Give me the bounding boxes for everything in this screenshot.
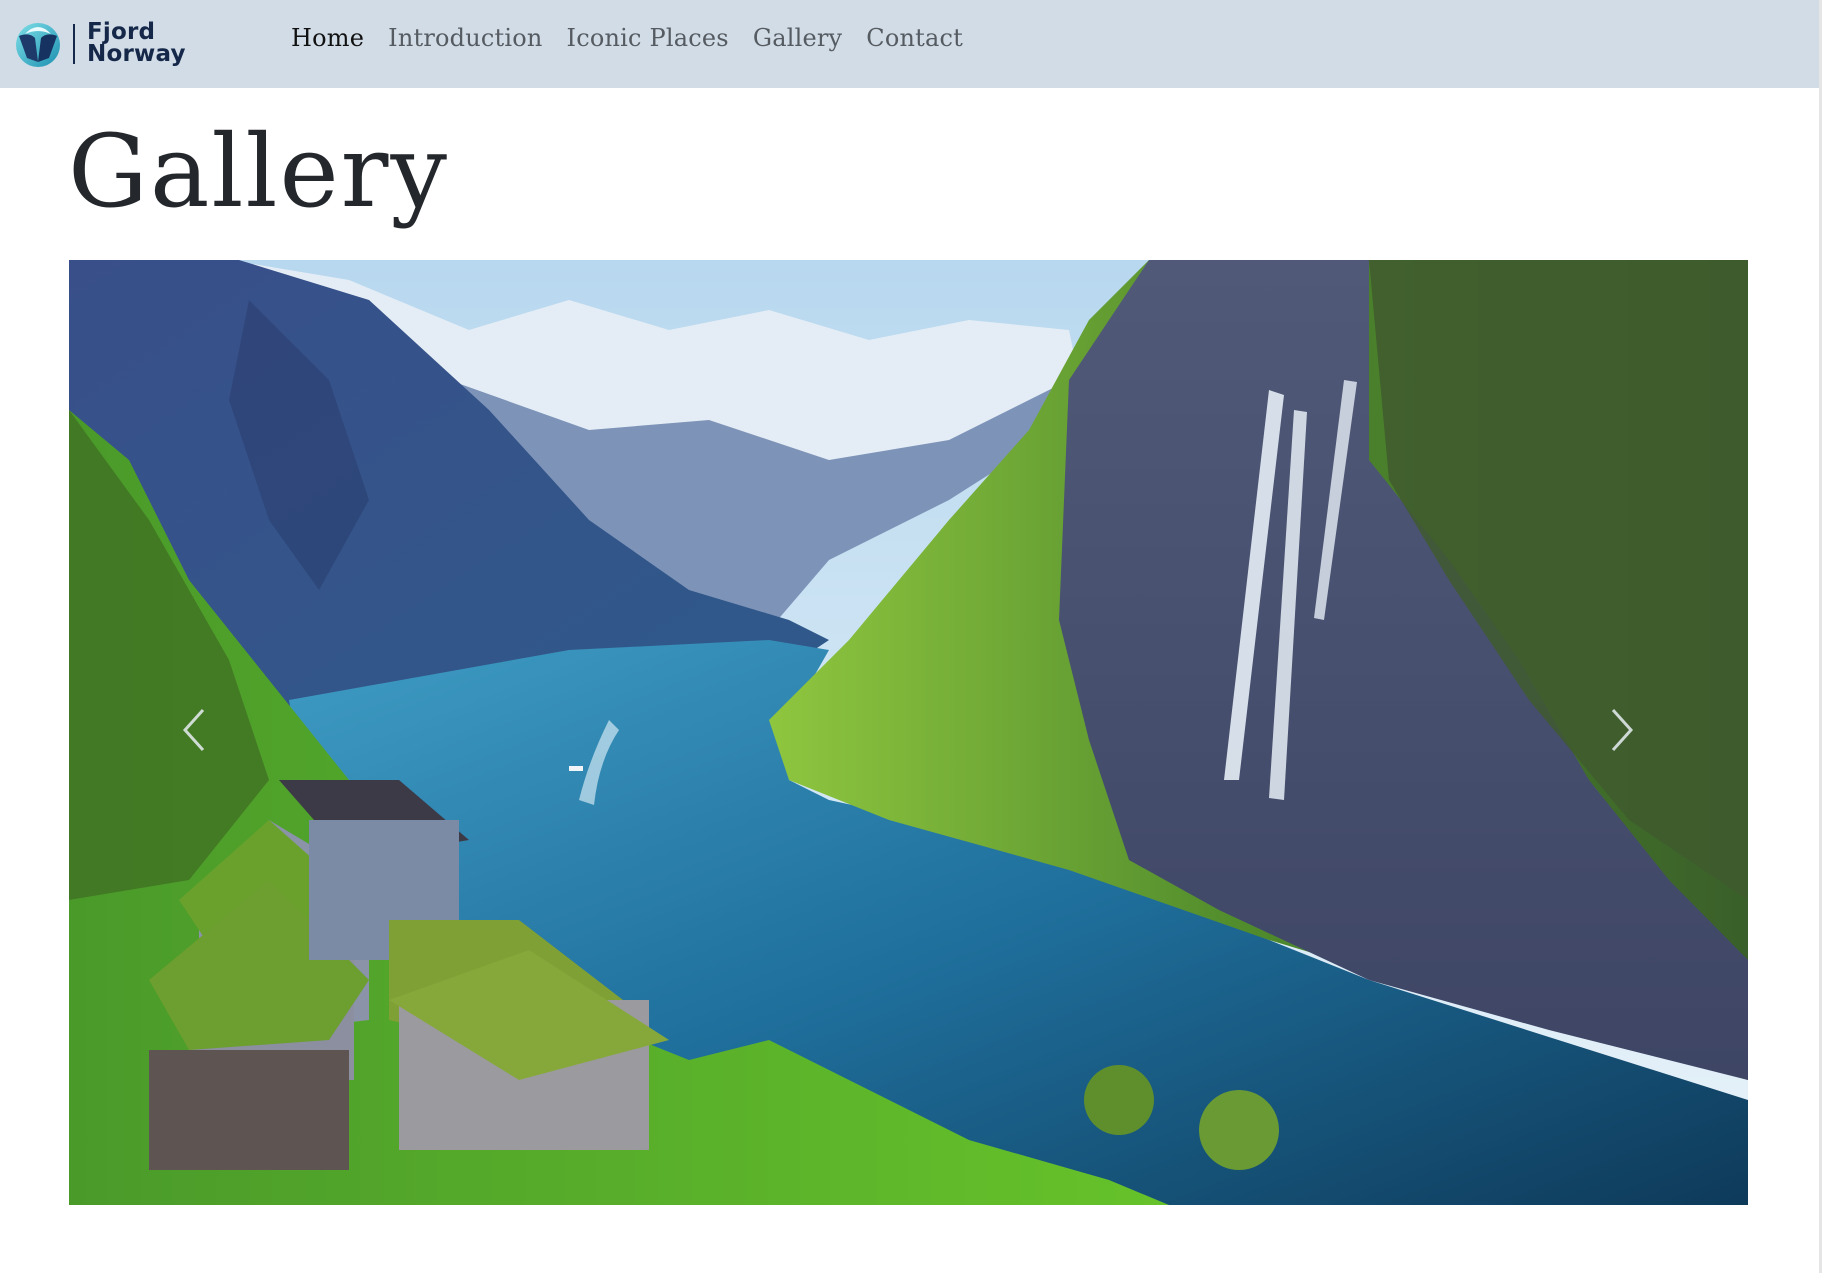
nav-home[interactable]: Home bbox=[279, 20, 376, 60]
logo-divider bbox=[73, 24, 75, 64]
chevron-left-icon bbox=[182, 708, 205, 752]
nav-introduction[interactable]: Introduction bbox=[376, 20, 554, 60]
main-nav: Home Introduction Iconic Places Gallery … bbox=[279, 20, 975, 60]
navbar: Fjord Norway Home Introduction Iconic Pl… bbox=[0, 0, 1822, 88]
gallery-carousel[interactable] bbox=[69, 260, 1748, 1205]
fjord-norway-logo-icon bbox=[16, 23, 60, 67]
carousel-next-button[interactable] bbox=[1582, 680, 1662, 780]
carousel-image-fjord-landscape bbox=[69, 260, 1748, 1205]
carousel-prev-button[interactable] bbox=[154, 680, 234, 780]
page-title: Gallery bbox=[68, 113, 449, 230]
brand-logo[interactable]: Fjord Norway bbox=[15, 18, 200, 72]
chevron-right-icon bbox=[1611, 708, 1634, 752]
nav-gallery[interactable]: Gallery bbox=[741, 20, 854, 60]
nav-iconic-places[interactable]: Iconic Places bbox=[555, 20, 741, 60]
nav-contact[interactable]: Contact bbox=[854, 20, 975, 60]
brand-name-line2: Norway bbox=[87, 41, 186, 67]
